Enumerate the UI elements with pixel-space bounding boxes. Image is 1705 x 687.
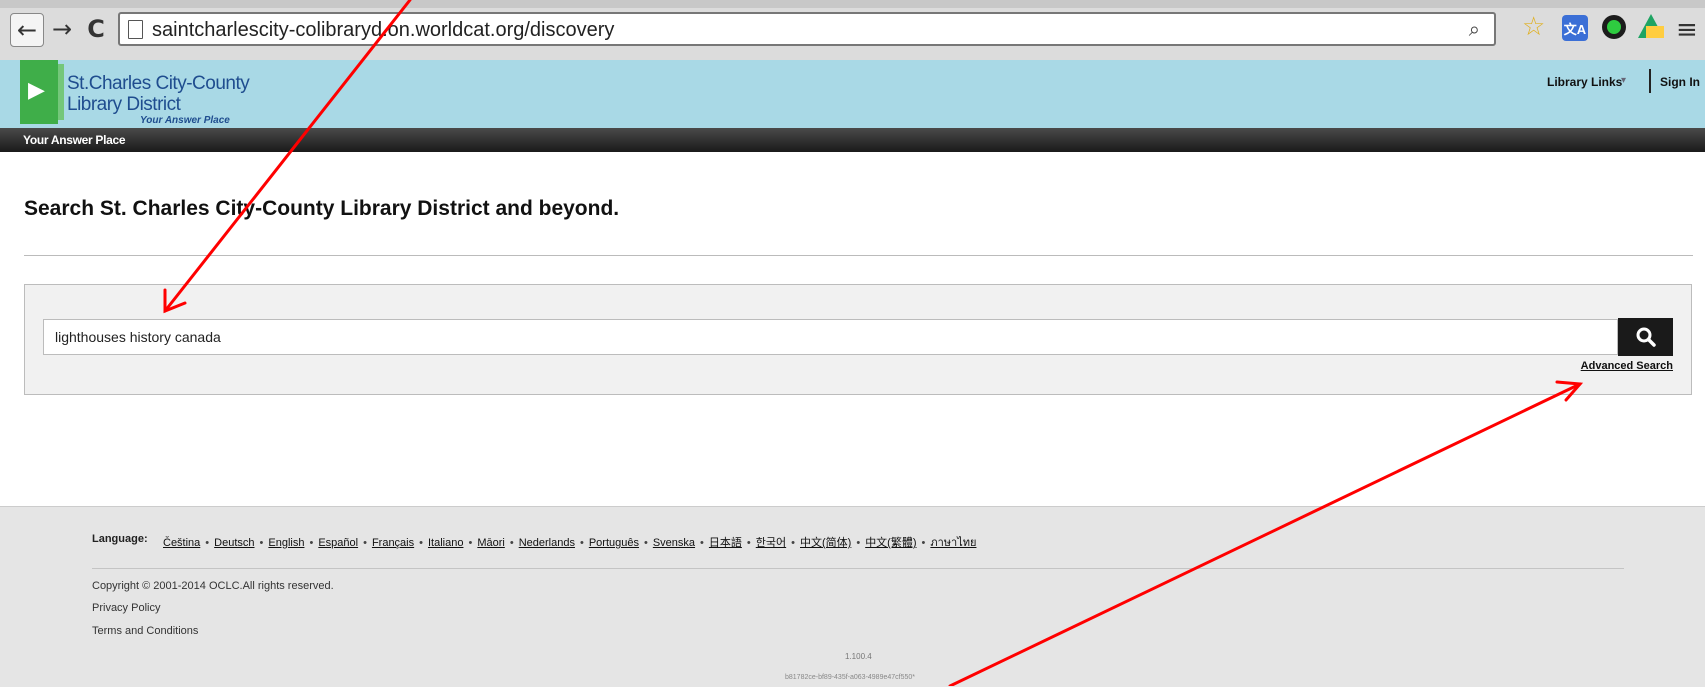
back-button[interactable]: ← xyxy=(10,13,44,47)
divider xyxy=(24,255,1693,256)
language-separator: • xyxy=(205,537,210,549)
zoom-icon[interactable]: ⌕ xyxy=(1469,17,1480,41)
browser-toolbar: ← → C saintcharlescity-colibraryd.on.wor… xyxy=(0,0,1705,61)
language-link[interactable]: Čeština xyxy=(163,537,200,549)
play-icon: ▶ xyxy=(28,78,45,103)
search-panel: Advanced Search xyxy=(24,284,1692,395)
language-link[interactable]: Italiano xyxy=(428,537,463,549)
library-logo-icon[interactable]: ▶ xyxy=(20,60,64,124)
site-header: ▶ St.Charles City-County Library Distric… xyxy=(0,60,1705,128)
language-separator: • xyxy=(921,537,926,549)
language-separator: • xyxy=(643,537,648,549)
language-separator: • xyxy=(746,537,751,549)
language-separator: • xyxy=(509,537,514,549)
copyright-text: Copyright © 2001-2014 OCLC.All rights re… xyxy=(92,580,334,592)
green-circle-extension-icon[interactable] xyxy=(1602,15,1626,39)
forward-arrow-icon: → xyxy=(51,15,73,43)
privacy-policy-link[interactable]: Privacy Policy xyxy=(92,602,160,614)
language-link[interactable]: English xyxy=(268,537,304,549)
chevron-down-icon[interactable]: ▾ xyxy=(1621,75,1626,86)
language-separator: • xyxy=(419,537,423,549)
language-link[interactable]: Español xyxy=(318,537,358,549)
language-link[interactable]: 中文(简体) xyxy=(800,537,851,549)
sign-in-link[interactable]: Sign In xyxy=(1660,75,1700,89)
footer: Language: Čeština • Deutsch • English • Españo… xyxy=(0,506,1705,687)
terms-link[interactable]: Terms and Conditions xyxy=(92,625,198,637)
language-separator: • xyxy=(259,537,264,549)
nav-bar-title[interactable]: Your Answer Place xyxy=(23,133,126,147)
language-separator: • xyxy=(309,537,314,549)
language-link[interactable]: Português xyxy=(589,537,639,549)
language-separator: • xyxy=(363,537,367,549)
language-link[interactable]: Deutsch xyxy=(214,537,254,549)
build-id-text: b81782ce-bf89-435f-a063-4989e47cf550* xyxy=(785,674,915,681)
forward-button[interactable]: → xyxy=(46,13,78,45)
nav-bar: Your Answer Place xyxy=(0,128,1705,152)
language-separator: • xyxy=(700,537,704,549)
drive-extension-icon[interactable] xyxy=(1638,14,1664,38)
language-separator: • xyxy=(468,537,473,549)
version-text: 1.100.4 xyxy=(845,652,872,661)
language-link[interactable]: 中文(繁體) xyxy=(865,537,916,549)
language-separator: • xyxy=(791,537,795,549)
address-bar[interactable]: saintcharlescity-colibraryd.on.worldcat.… xyxy=(118,12,1496,46)
language-link[interactable]: Māori xyxy=(477,537,505,549)
page-icon xyxy=(128,20,143,39)
url-text[interactable]: saintcharlescity-colibraryd.on.worldcat.… xyxy=(152,19,614,42)
page-title: Search St. Charles City-County Library D… xyxy=(24,197,620,220)
language-link[interactable]: Français xyxy=(372,537,414,549)
language-link[interactable]: ภาษาไทย xyxy=(930,537,976,549)
browser-menu-icon[interactable]: ≡ xyxy=(1676,15,1698,45)
back-arrow-icon: ← xyxy=(16,16,38,44)
logo-name-line2[interactable]: Library District xyxy=(67,94,181,116)
reload-button[interactable]: C xyxy=(80,13,112,45)
search-button[interactable] xyxy=(1618,318,1673,356)
footer-divider xyxy=(92,568,1624,569)
logo-name-line1[interactable]: St.Charles City-County xyxy=(67,73,250,95)
language-list: Čeština • Deutsch • English • Español • Français… xyxy=(163,533,976,551)
advanced-search-link[interactable]: Advanced Search xyxy=(1581,360,1673,372)
tab-strip xyxy=(0,0,1705,8)
reload-icon: C xyxy=(87,15,105,43)
library-links-menu[interactable]: Library Links xyxy=(1547,75,1622,89)
language-link[interactable]: 日本語 xyxy=(709,537,742,549)
header-divider xyxy=(1649,69,1651,93)
search-icon xyxy=(1636,327,1656,347)
language-link[interactable]: Nederlands xyxy=(519,537,575,549)
language-link[interactable]: 한국어 xyxy=(756,537,786,549)
translate-glyph: 文A xyxy=(1563,21,1587,37)
translate-extension-icon[interactable]: 文A xyxy=(1562,15,1588,41)
search-input[interactable] xyxy=(43,319,1618,355)
language-separator: • xyxy=(856,537,861,549)
language-separator: • xyxy=(579,537,584,549)
logo-tagline: Your Answer Place xyxy=(140,115,230,126)
language-link[interactable]: Svenska xyxy=(653,537,695,549)
language-label: Language: xyxy=(92,533,148,545)
bookmark-star-icon[interactable]: ☆ xyxy=(1522,12,1545,42)
